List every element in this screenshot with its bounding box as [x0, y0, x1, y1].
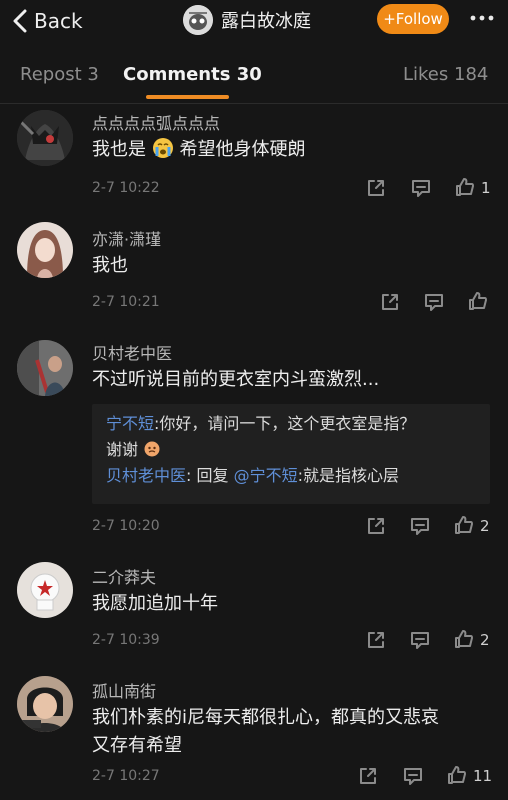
reply-box[interactable]: 宁不短:你好，请问一下，这个更衣室是指？ 谢谢 贝村老中医: 回复 @宁不短:就…	[92, 404, 490, 504]
like-icon[interactable]	[468, 291, 488, 311]
comment-time: 2-7 10:20	[92, 518, 160, 534]
avatar[interactable]	[17, 222, 73, 278]
comment-text: 不过听说目前的更衣室内斗蛮激烈...	[92, 369, 380, 390]
follow-button[interactable]: +Follow	[377, 4, 449, 34]
avatar-image	[17, 110, 73, 166]
emoji-icon	[144, 441, 160, 457]
comment-time: 2-7 10:22	[92, 180, 160, 196]
reply-line: 贝村老中医: 回复 @宁不短:就是指核心层	[106, 464, 399, 488]
comment-text-part: 希望他身体硬朗	[179, 139, 306, 160]
more-options-icon[interactable]	[467, 8, 497, 28]
reply-username[interactable]: 贝村老中医	[106, 466, 186, 485]
avatar[interactable]	[17, 340, 73, 396]
avatar-image	[17, 562, 73, 618]
comment-item: 贝村老中医 不过听说目前的更衣室内斗蛮激烈... 宁不短:你好，请问一下，这个更…	[0, 330, 508, 556]
reply-line: 宁不短:你好，请问一下，这个更衣室是指？	[106, 412, 415, 436]
avatar-image	[17, 676, 73, 732]
comment-item: 点点点点弧点点点 我也是 希望他身体硬朗 2-7 10:22 1	[0, 104, 508, 216]
avatar[interactable]	[17, 110, 73, 166]
like-icon[interactable]	[455, 177, 475, 197]
comment-icon[interactable]	[410, 630, 430, 650]
comment-time: 2-7 10:21	[92, 294, 160, 310]
comment-time: 2-7 10:27	[92, 768, 160, 784]
avatar-face-icon	[183, 5, 213, 35]
avatar[interactable]	[17, 562, 73, 618]
tab-bar: Repost 3 Comments 30 Likes 184	[0, 56, 508, 104]
commenter-name[interactable]: 二介莽夫	[92, 564, 156, 588]
user-avatar[interactable]	[183, 5, 213, 35]
chevron-left-icon	[13, 9, 27, 33]
comment-text: 我也是 希望他身体硬朗	[92, 136, 492, 164]
share-icon[interactable]	[380, 292, 400, 312]
like-count: 2	[480, 517, 490, 535]
avatar-image	[17, 222, 73, 278]
share-icon[interactable]	[366, 630, 386, 650]
like-count: 2	[480, 631, 490, 649]
comment-icon[interactable]	[403, 766, 423, 786]
tab-repost[interactable]: Repost 3	[20, 64, 99, 85]
comment-icon[interactable]	[424, 292, 444, 312]
like-count: 11	[473, 767, 493, 785]
comment-icon[interactable]	[411, 178, 431, 198]
title-area[interactable]: 露白故冰庭	[183, 4, 311, 36]
top-bar: Back 露白故冰庭 +Follow	[0, 0, 508, 44]
back-label: Back	[34, 9, 83, 33]
comment-icon[interactable]	[410, 516, 430, 536]
comment-text: 我愿加追加十年	[92, 593, 218, 614]
back-button[interactable]: Back	[12, 6, 83, 36]
comment-item: 孤山南街 我们朴素的i尼每天都很扎心，都真的又悲哀 又存有希望 2-7 10:2…	[0, 670, 508, 800]
commenter-name[interactable]: 孤山南街	[92, 678, 156, 702]
comment-item: 二介莽夫 我愿加追加十年 2-7 10:39 2	[0, 556, 508, 670]
avatar-image	[17, 340, 73, 396]
reply-username[interactable]: 宁不短	[106, 414, 154, 433]
reply-text: :就是指核心层	[297, 466, 400, 485]
tab-likes[interactable]: Likes 184	[403, 64, 488, 85]
comment-text-line: 我们朴素的i尼每天都很扎心，都真的又悲哀	[92, 707, 439, 728]
crying-emoji-icon	[152, 138, 173, 158]
comment-text-line: 又存有希望	[92, 735, 182, 756]
like-icon[interactable]	[454, 515, 474, 535]
active-tab-indicator	[146, 95, 229, 99]
share-icon[interactable]	[366, 178, 386, 198]
comment-text: 我也	[92, 255, 128, 276]
reply-text: : 回复	[186, 466, 234, 485]
tab-comments[interactable]: Comments 30	[123, 64, 262, 85]
like-icon[interactable]	[447, 765, 467, 785]
comment-text: 我们朴素的i尼每天都很扎心，都真的又悲哀 又存有希望	[92, 704, 492, 760]
share-icon[interactable]	[358, 766, 378, 786]
comment-time: 2-7 10:39	[92, 632, 160, 648]
commenter-name[interactable]: 亦潇·潇瑾	[92, 226, 161, 250]
comment-item: 亦潇·潇瑾 我也 2-7 10:21	[0, 216, 508, 328]
reply-text: :你好，请问一下，这个更衣室是指？	[154, 414, 416, 433]
reply-text: 谢谢	[106, 440, 139, 459]
reply-line: 谢谢	[106, 438, 161, 462]
commenter-name[interactable]: 贝村老中医	[92, 340, 172, 364]
commenter-name[interactable]: 点点点点弧点点点	[92, 110, 220, 134]
share-icon[interactable]	[366, 516, 386, 536]
like-icon[interactable]	[454, 629, 474, 649]
like-count: 1	[481, 179, 491, 197]
comment-text-part: 我也是	[92, 139, 146, 160]
page-title: 露白故冰庭	[221, 11, 311, 32]
mention-link[interactable]: @宁不短	[234, 466, 298, 485]
avatar[interactable]	[17, 676, 73, 732]
